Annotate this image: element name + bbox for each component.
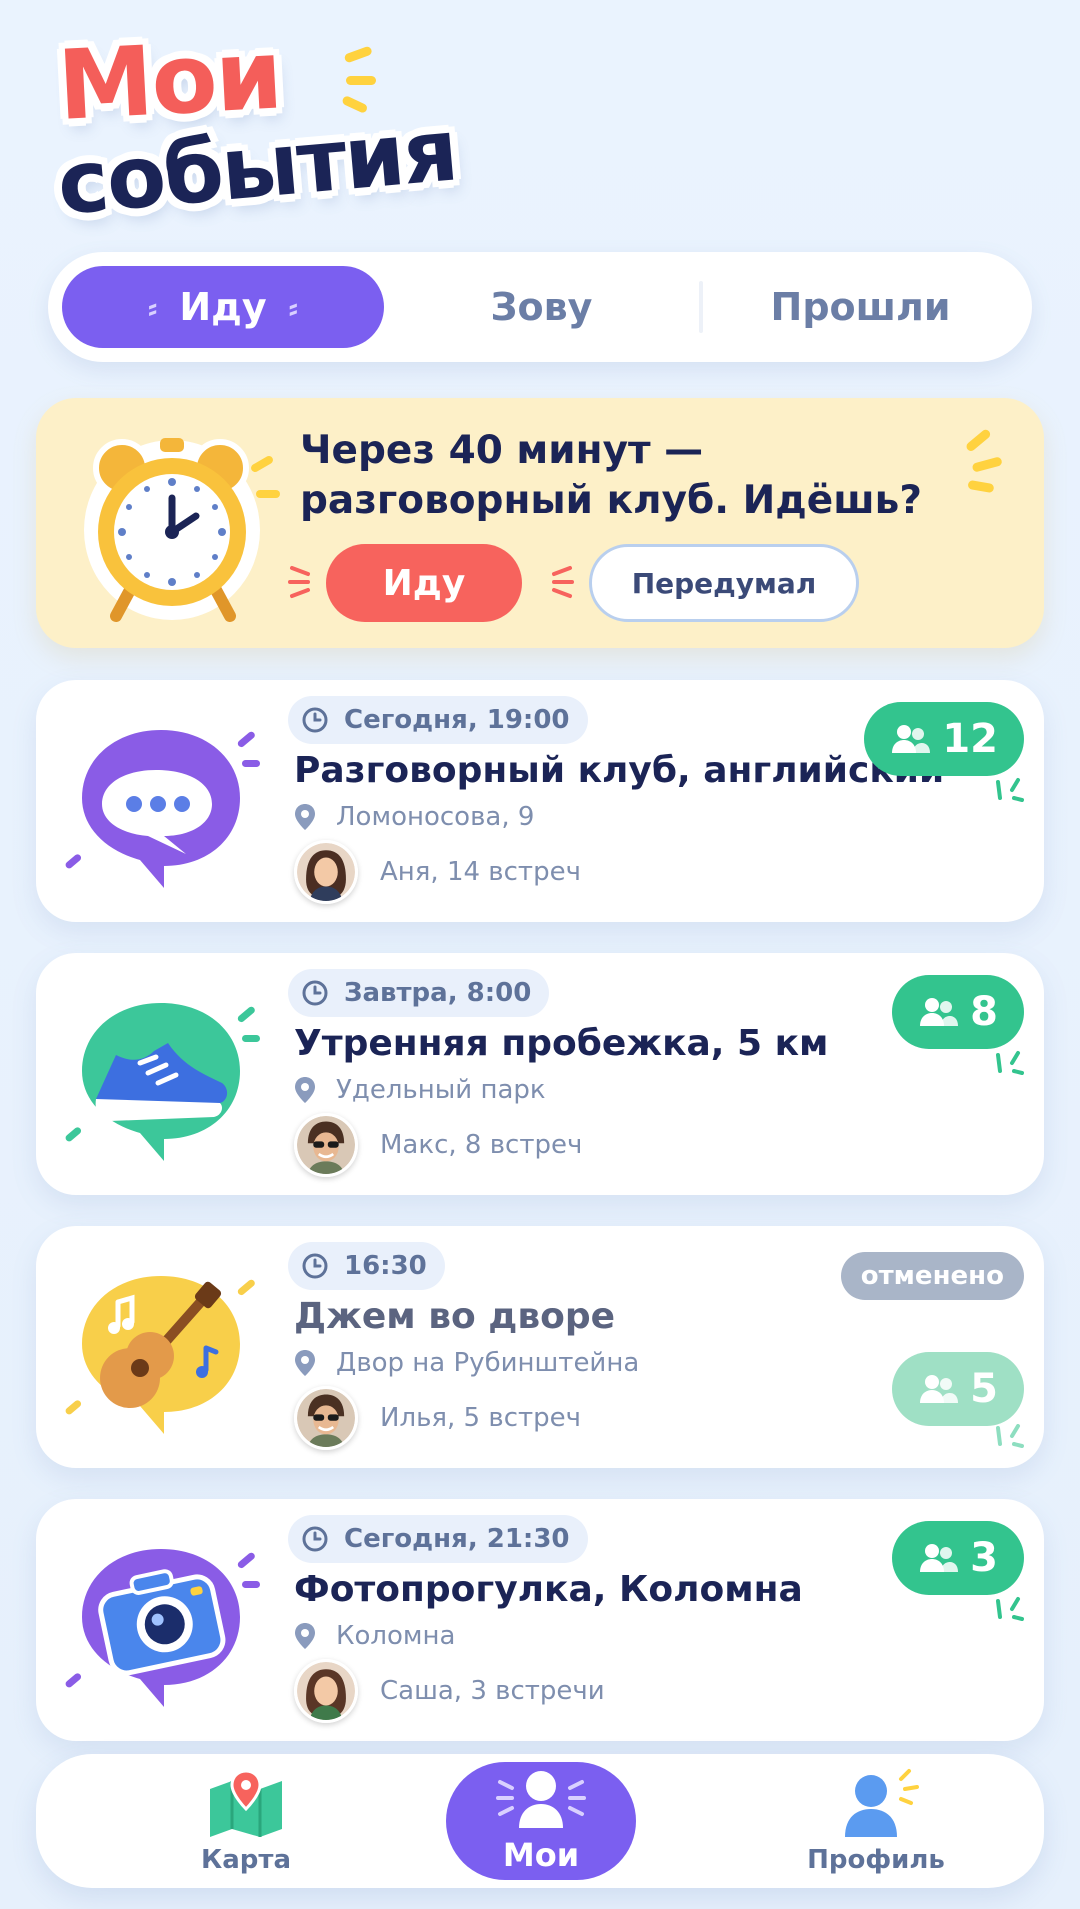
event-place: Двор на Рубинштейна xyxy=(294,1348,639,1378)
event-card[interactable]: 16:30 отменено Джем во дворе Двор на Руб… xyxy=(36,1226,1044,1468)
participants-count: 12 xyxy=(942,716,998,762)
people-icon xyxy=(920,1375,959,1403)
reminder-card: Через 40 минут — разговорный клуб. Идёшь… xyxy=(36,398,1044,648)
tab-inviting[interactable]: Зову xyxy=(384,266,699,348)
sparkle-icon xyxy=(996,1424,1024,1448)
location-pin-icon xyxy=(295,1077,315,1103)
person-icon xyxy=(496,1771,586,1828)
event-time: Завтра, 8:00 xyxy=(344,978,532,1008)
event-title: Джем во дворе xyxy=(294,1296,616,1337)
sparkle-icon xyxy=(996,1597,1024,1621)
event-card[interactable]: Завтра, 8:00 Утренняя пробежка, 5 км Уде… xyxy=(36,953,1044,1195)
tab-going-label: Иду xyxy=(179,285,267,329)
event-time-chip: Завтра, 8:00 xyxy=(288,969,550,1017)
changed-mind-button[interactable]: Передумал xyxy=(589,544,859,622)
sparkle-icon: ⸗ xyxy=(288,290,298,324)
nav-map[interactable]: Карта xyxy=(166,1754,326,1888)
event-time: 16:30 xyxy=(344,1251,427,1281)
event-title: Фотопрогулка, Коломна xyxy=(294,1569,803,1610)
event-place-text: Ломоносова, 9 xyxy=(336,802,535,832)
event-host-text: Макс, 8 встреч xyxy=(380,1130,583,1160)
participants-count: 5 xyxy=(970,1366,998,1412)
map-icon xyxy=(210,1769,282,1837)
clock-icon xyxy=(302,1253,328,1279)
sparkle-icon xyxy=(996,1051,1024,1075)
avatar xyxy=(294,840,358,904)
event-title: Разговорный клуб, английский xyxy=(294,750,945,791)
nav-my[interactable]: Мои xyxy=(446,1762,636,1880)
avatar xyxy=(294,1113,358,1177)
avatar xyxy=(294,1659,358,1723)
event-title: Утренняя пробежка, 5 км xyxy=(294,1023,829,1064)
participants-count: 8 xyxy=(970,989,998,1035)
event-card[interactable]: Сегодня, 21:30 Фотопрогулка, Коломна Кол… xyxy=(36,1499,1044,1741)
event-host-text: Аня, 14 встреч xyxy=(380,857,581,887)
nav-profile-label: Профиль xyxy=(807,1845,945,1875)
event-card[interactable]: Сегодня, 19:00 Разговорный клуб, английс… xyxy=(36,680,1044,922)
event-place-text: Двор на Рубинштейна xyxy=(336,1348,640,1378)
page-title: Мои события xyxy=(54,18,460,234)
event-host: Саша, 3 встречи xyxy=(294,1659,605,1723)
event-time-chip: Сегодня, 21:30 xyxy=(288,1515,588,1563)
chat-bubble-icon xyxy=(65,718,260,904)
my-events-screen: Мои события ⸗ Иду ⸗ Зову Прошли Через 40… xyxy=(0,0,1080,1909)
tab-inviting-label: Зову xyxy=(490,285,593,329)
avatar xyxy=(294,1386,358,1450)
location-pin-icon xyxy=(295,1350,315,1376)
nav-profile[interactable]: Профиль xyxy=(796,1754,956,1888)
sparkle-icon: ⸗ xyxy=(148,290,158,324)
sparkle-icon xyxy=(996,778,1024,802)
sneaker-icon xyxy=(65,991,260,1177)
reminder-line2: разговорный клуб. Идёшь? xyxy=(300,477,922,523)
participants-badge: 12 xyxy=(864,702,1024,776)
event-host-text: Илья, 5 встреч xyxy=(380,1403,581,1433)
reminder-text: Через 40 минут — разговорный клуб. Идёшь… xyxy=(300,426,1000,526)
sparkle-icon xyxy=(342,46,376,113)
participants-badge: 5 xyxy=(892,1352,1024,1426)
tab-past[interactable]: Прошли xyxy=(703,266,1018,348)
camera-icon xyxy=(65,1537,260,1723)
reminder-line1: Через 40 минут — xyxy=(300,428,704,473)
participants-badge: 3 xyxy=(892,1521,1024,1595)
nav-my-label: Мои xyxy=(502,1836,580,1874)
nav-map-label: Карта xyxy=(200,1845,292,1875)
guitar-icon xyxy=(65,1264,255,1450)
event-place: Коломна xyxy=(294,1621,455,1651)
sparkle-icon xyxy=(966,429,1002,493)
event-host: Макс, 8 встреч xyxy=(294,1113,582,1177)
clock-icon xyxy=(302,707,328,733)
event-host: Аня, 14 встреч xyxy=(294,840,581,904)
going-button[interactable]: Иду xyxy=(326,544,522,622)
event-place: Удельный парк xyxy=(294,1075,546,1105)
clock-icon xyxy=(302,1526,328,1552)
event-place-text: Удельный парк xyxy=(336,1075,546,1105)
event-time-chip: 16:30 xyxy=(288,1242,445,1290)
people-icon xyxy=(920,998,959,1026)
tab-past-label: Прошли xyxy=(770,285,951,329)
bottom-nav: Карта Мои Профиль xyxy=(36,1754,1044,1888)
event-host: Илья, 5 встреч xyxy=(294,1386,581,1450)
people-icon xyxy=(892,725,931,753)
participants-count: 3 xyxy=(970,1535,998,1581)
status-badge: отменено xyxy=(840,1252,1024,1300)
location-pin-icon xyxy=(295,1623,315,1649)
clock-icon xyxy=(302,980,328,1006)
location-pin-icon xyxy=(295,804,315,830)
event-host-text: Саша, 3 встречи xyxy=(380,1676,605,1706)
tab-going[interactable]: ⸗ Иду ⸗ xyxy=(62,266,384,348)
event-time: Сегодня, 21:30 xyxy=(344,1524,570,1554)
people-icon xyxy=(920,1544,959,1572)
event-place-text: Коломна xyxy=(336,1621,456,1651)
participants-badge: 8 xyxy=(892,975,1024,1049)
event-place: Ломоносова, 9 xyxy=(294,802,534,832)
segmented-tabs: ⸗ Иду ⸗ Зову Прошли xyxy=(48,252,1032,362)
event-time: Сегодня, 19:00 xyxy=(344,705,570,735)
event-time-chip: Сегодня, 19:00 xyxy=(288,696,588,744)
profile-icon xyxy=(845,1769,919,1837)
alarm-clock-icon xyxy=(84,438,280,622)
